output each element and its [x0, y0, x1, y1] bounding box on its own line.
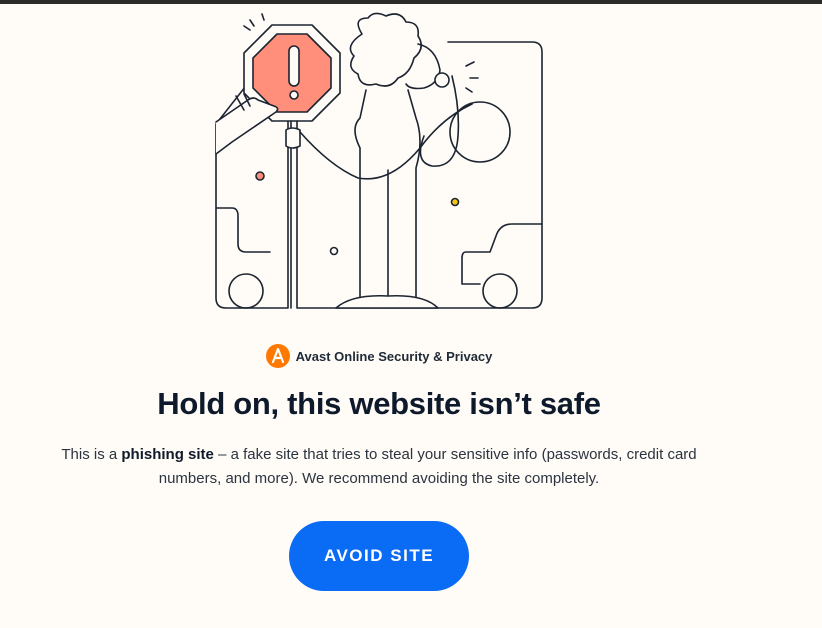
brand-name: Avast Online Security & Privacy	[295, 348, 493, 364]
phishing-label: phishing site	[121, 446, 214, 463]
brand: Avast Online Security & Privacy	[0, 344, 758, 368]
stop-sign-warning-illustration	[215, 12, 543, 309]
message-prefix: This is a	[61, 446, 122, 463]
avast-logo-icon	[265, 344, 290, 368]
message-suffix: – a fake site that tries to steal your s…	[158, 446, 697, 487]
warning-message: This is a phishing site – a fake site th…	[60, 443, 698, 491]
stop-sign-icon	[243, 24, 341, 309]
avoid-site-button[interactable]: AVOID SITE	[289, 521, 469, 591]
top-bar	[0, 0, 822, 4]
page-title: Hold on, this website isn’t safe	[157, 386, 601, 421]
